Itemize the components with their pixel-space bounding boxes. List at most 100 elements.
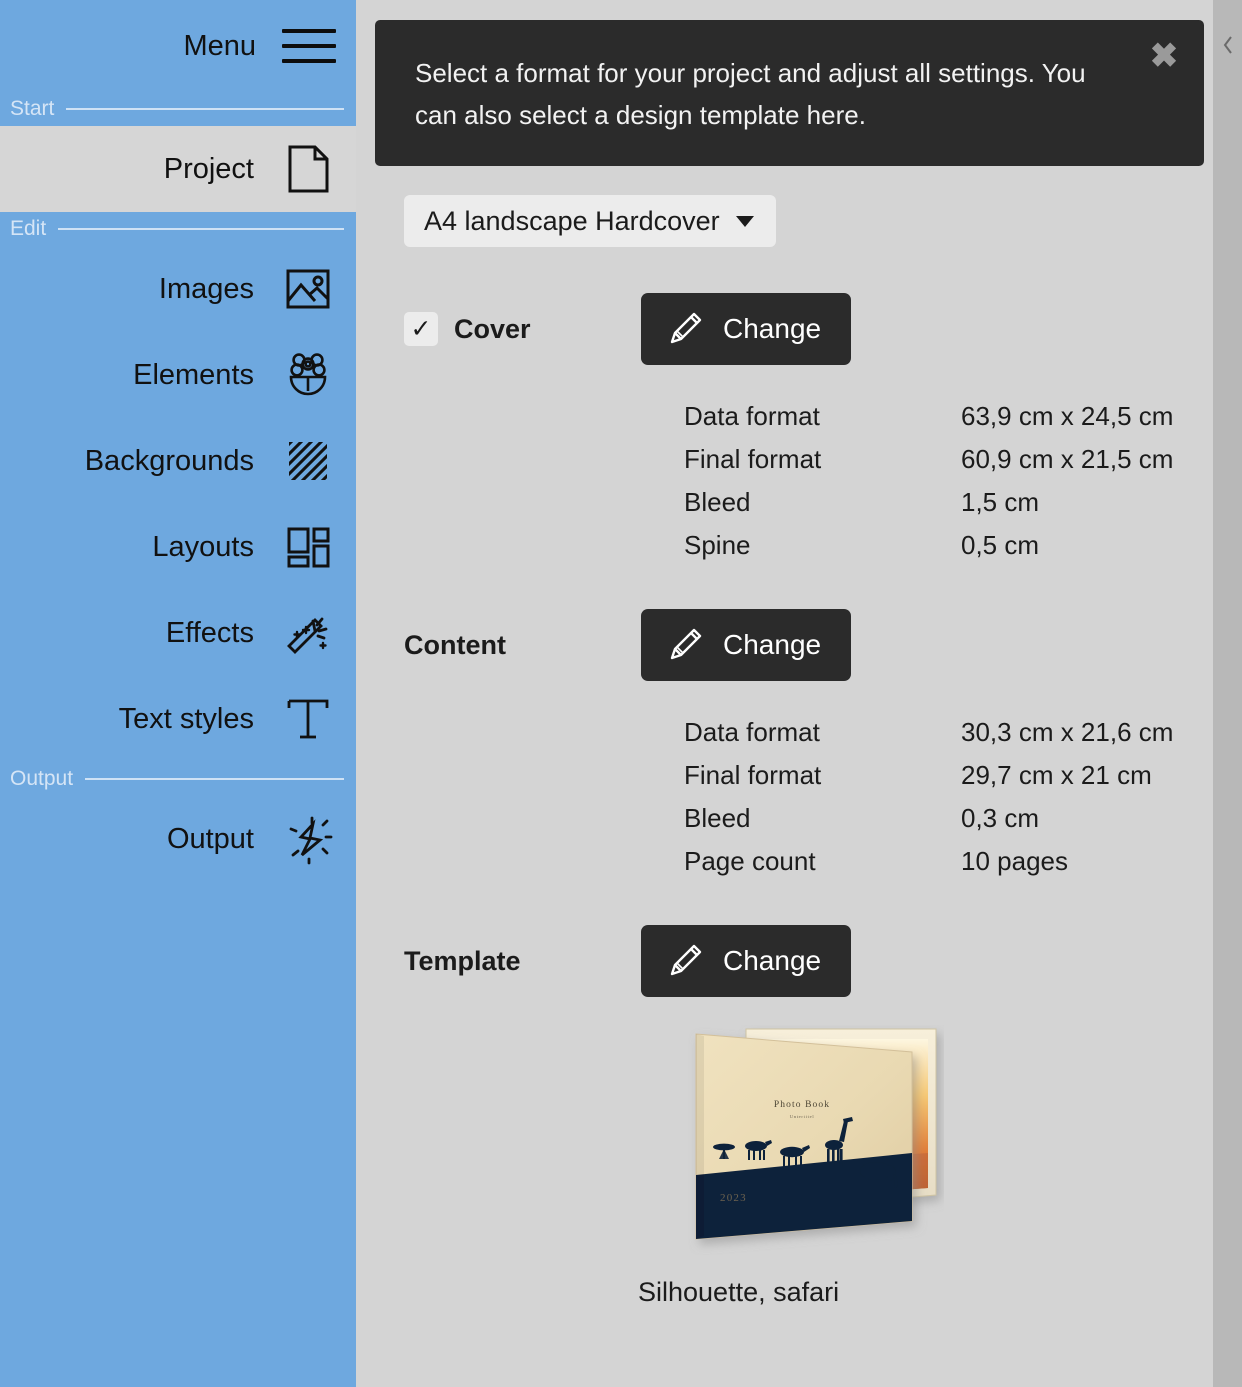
collapse-panel-rail[interactable] (1213, 0, 1242, 1387)
sidebar-item-label: Layouts (152, 530, 254, 563)
content-section: Content Change Data format 30,3 cm x 21,… (356, 609, 1242, 883)
chevron-down-icon (735, 215, 754, 227)
template-preview[interactable]: 2023 Photo Book Untertitel (684, 1025, 944, 1255)
pencil-icon (670, 312, 702, 344)
cover-title-wrap: ✓ Cover (356, 293, 636, 365)
sidebar-item-effects[interactable]: Effects (0, 590, 356, 676)
spec-key: Bleed (684, 803, 751, 833)
spec-value: 0,5 cm (961, 530, 1040, 560)
spec-row: Data format 63,9 cm x 24,5 cm (684, 395, 1242, 438)
sidebar-section-output: Output (0, 762, 356, 796)
spec-key: Spine (684, 530, 751, 560)
spec-value: 0,3 cm (961, 803, 1040, 833)
format-dropdown[interactable]: A4 landscape Hardcover (404, 195, 776, 247)
cover-header-row: ✓ Cover Change (356, 293, 1242, 365)
pencil-icon (670, 944, 702, 976)
spec-key: Page count (684, 846, 816, 876)
spec-key: Final format (684, 444, 822, 474)
layout-grid-icon (280, 519, 336, 575)
sidebar: Menu Start Project Edit Images Elements … (0, 0, 356, 1387)
spec-row: Page count 10 pages (684, 840, 1242, 883)
hint-tooltip: Select a format for your project and adj… (375, 20, 1204, 167)
spec-row: Final format 29,7 cm x 21 cm (684, 754, 1242, 797)
chevron-left-icon (1223, 36, 1232, 54)
check-icon: ✓ (410, 314, 432, 343)
spec-key: Final format (684, 760, 822, 790)
menu-label: Menu (183, 29, 256, 62)
hatch-pattern-icon (280, 433, 336, 489)
template-section: Template Change 2023 Photo Book Untertit… (356, 925, 1242, 1308)
flower-icon (280, 347, 336, 403)
cover-spec-table: Data format 63,9 cm x 24,5 cm Final form… (684, 395, 1242, 567)
spec-value: 10 pages (961, 846, 1068, 876)
content-header-row: Content Change (356, 609, 1242, 681)
sidebar-section-start: Start (0, 92, 356, 126)
sidebar-item-label: Elements (133, 358, 254, 391)
sidebar-menu-header[interactable]: Menu (0, 0, 356, 92)
cover-change-label: Change (723, 313, 822, 344)
content-change-button[interactable]: Change (641, 609, 852, 681)
spec-row: Data format 30,3 cm x 21,6 cm (684, 711, 1242, 754)
photo-book-thumbnail: 2023 Photo Book Untertitel (695, 1028, 937, 1240)
sidebar-item-label: Project (163, 152, 254, 185)
content-title-wrap: Content (356, 609, 636, 681)
pencil-icon (670, 628, 702, 660)
format-dropdown-value: A4 landscape Hardcover (424, 205, 720, 236)
sidebar-item-text-styles[interactable]: Text styles (0, 676, 356, 762)
spec-value: 1,5 cm (961, 487, 1040, 517)
spec-value: 60,9 cm x 21,5 cm (961, 444, 1174, 474)
book-front-cover: 2023 Photo Book Untertitel (695, 1033, 913, 1240)
spec-row: Bleed 1,5 cm (684, 481, 1242, 524)
sidebar-item-backgrounds[interactable]: Backgrounds (0, 418, 356, 504)
app-window: Menu Start Project Edit Images Elements … (0, 0, 1242, 1387)
cover-checkbox[interactable]: ✓ (404, 312, 438, 346)
main-content: Select a format for your project and adj… (356, 0, 1242, 1387)
sidebar-item-elements[interactable]: Elements (0, 332, 356, 418)
sidebar-item-project[interactable]: Project (0, 126, 356, 212)
template-title: Template (404, 945, 521, 976)
hamburger-bar (282, 29, 336, 33)
book-title: Photo Book (774, 1100, 830, 1110)
content-change-label: Change (723, 629, 822, 660)
template-header-row: Template Change (356, 925, 1242, 997)
spec-value: 30,3 cm x 21,6 cm (961, 717, 1174, 747)
sidebar-item-label: Backgrounds (84, 444, 254, 477)
hint-text: Select a format for your project and adj… (415, 58, 1086, 131)
image-icon (280, 261, 336, 317)
burst-star-icon (280, 811, 336, 867)
sidebar-section-label: Start (10, 97, 55, 120)
sidebar-section-label: Output (10, 767, 74, 790)
hamburger-icon[interactable] (282, 27, 336, 65)
divider-line (58, 228, 344, 230)
spec-key: Data format (684, 401, 820, 431)
hamburger-bar (282, 44, 336, 48)
sidebar-section-edit: Edit (0, 212, 356, 246)
divider-line (85, 778, 344, 780)
template-change-label: Change (723, 945, 822, 976)
hamburger-bar (282, 59, 336, 63)
spec-value: 29,7 cm x 21 cm (961, 760, 1152, 790)
template-change-button[interactable]: Change (641, 925, 852, 997)
cover-change-button[interactable]: Change (641, 293, 852, 365)
magic-wand-icon (280, 605, 336, 661)
divider-line (66, 108, 344, 110)
spec-row: Final format 60,9 cm x 21,5 cm (684, 438, 1242, 481)
sidebar-item-label: Text styles (118, 702, 254, 735)
book-year: 2023 (720, 1192, 747, 1204)
close-icon[interactable]: ✖ (1144, 36, 1184, 76)
content-title: Content (404, 629, 506, 660)
sidebar-item-output[interactable]: Output (0, 796, 356, 882)
sidebar-item-label: Output (166, 822, 254, 855)
spec-key: Data format (684, 717, 820, 747)
cover-title: Cover (454, 313, 531, 344)
sidebar-item-label: Effects (165, 616, 254, 649)
document-icon (280, 141, 336, 197)
spec-row: Bleed 0,3 cm (684, 797, 1242, 840)
template-title-wrap: Template (356, 925, 636, 997)
sidebar-section-label: Edit (10, 217, 47, 240)
cover-section: ✓ Cover Change Data format 63,9 cm x 24,… (356, 293, 1242, 567)
sidebar-item-layouts[interactable]: Layouts (0, 504, 356, 590)
sidebar-item-images[interactable]: Images (0, 246, 356, 332)
template-name: Silhouette, safari (638, 1277, 840, 1307)
book-subtitle: Untertitel (790, 1114, 815, 1119)
